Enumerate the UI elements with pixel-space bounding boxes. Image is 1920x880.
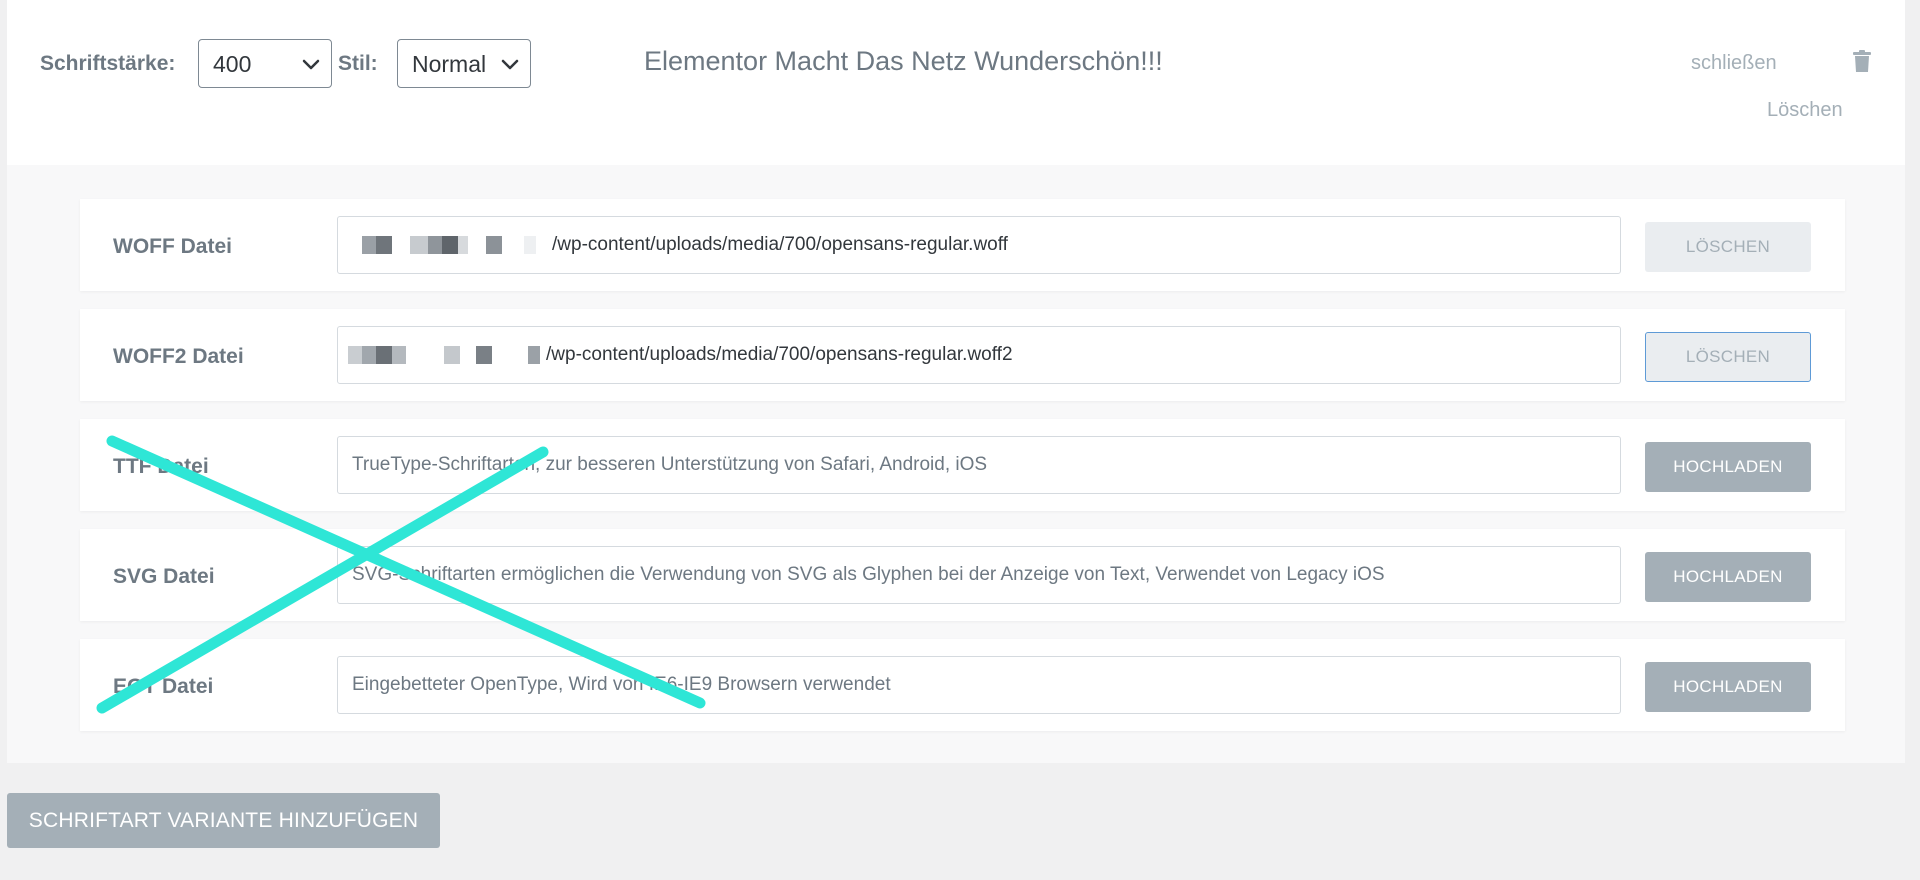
eot-upload-button[interactable]: HOCHLADEN (1645, 662, 1811, 712)
eot-file-input[interactable]: Eingebetteter OpenType, Wird von IE6-IE9… (337, 656, 1621, 714)
font-weight-select[interactable]: 400 (198, 39, 332, 88)
add-font-variant-button[interactable]: SCHRIFTART VARIANTE HINZUFÜGEN (7, 793, 440, 848)
font-variant-header: Schriftstärke: 400 Stil: Normal Elemento… (7, 0, 1905, 165)
woff2-file-path: /wp-content/uploads/media/700/opensans-r… (546, 344, 1013, 365)
font-preview-text: Elementor Macht Das Netz Wunderschön!!! (644, 46, 1163, 76)
woff-file-path: /wp-content/uploads/media/700/opensans-r… (552, 234, 1008, 255)
eot-file-row: EOT Datei Eingebetteter OpenType, Wird v… (80, 639, 1845, 731)
ttf-file-label: TTF Datei (113, 455, 209, 478)
font-weight-label: Schriftstärke: (40, 52, 176, 75)
close-link[interactable]: schließen (1691, 52, 1777, 75)
redacted-domain (352, 235, 548, 254)
trash-icon[interactable] (1853, 50, 1871, 72)
svg-file-input[interactable]: SVG-Schriftarten ermöglichen die Verwend… (337, 546, 1621, 604)
svg-file-label: SVG Datei (113, 565, 215, 588)
font-style-value: Normal (412, 51, 487, 77)
woff-file-input[interactable]: /wp-content/uploads/media/700/opensans-r… (337, 216, 1621, 274)
font-weight-value: 400 (213, 51, 252, 77)
ttf-file-input[interactable]: TrueType-Schriftarten, zur besseren Unte… (337, 436, 1621, 494)
font-style-select[interactable]: Normal (397, 39, 531, 88)
woff-file-label: WOFF Datei (113, 235, 232, 258)
font-style-label: Stil: (338, 52, 378, 75)
woff-delete-button[interactable]: LÖSCHEN (1645, 222, 1811, 272)
woff2-file-row: WOFF2 Datei /wp-content/uploads/media/70… (80, 309, 1845, 401)
woff2-delete-button[interactable]: LÖSCHEN (1645, 332, 1811, 382)
font-files-panel: WOFF Datei /wp-content/uploads/media/700… (7, 165, 1905, 763)
ttf-upload-button[interactable]: HOCHLADEN (1645, 442, 1811, 492)
eot-file-label: EOT Datei (113, 675, 214, 698)
redacted-domain (346, 345, 542, 364)
ttf-file-row: TTF Datei TrueType-Schriftarten, zur bes… (80, 419, 1845, 511)
delete-variant-link[interactable]: Löschen (1767, 99, 1843, 122)
woff2-file-label: WOFF2 Datei (113, 345, 244, 368)
svg-upload-button[interactable]: HOCHLADEN (1645, 552, 1811, 602)
svg-file-row: SVG Datei SVG-Schriftarten ermöglichen d… (80, 529, 1845, 621)
chevron-down-icon (302, 59, 320, 70)
woff2-file-input[interactable]: /wp-content/uploads/media/700/opensans-r… (337, 326, 1621, 384)
woff-file-row: WOFF Datei /wp-content/uploads/media/700… (80, 199, 1845, 291)
chevron-down-icon (501, 59, 519, 70)
